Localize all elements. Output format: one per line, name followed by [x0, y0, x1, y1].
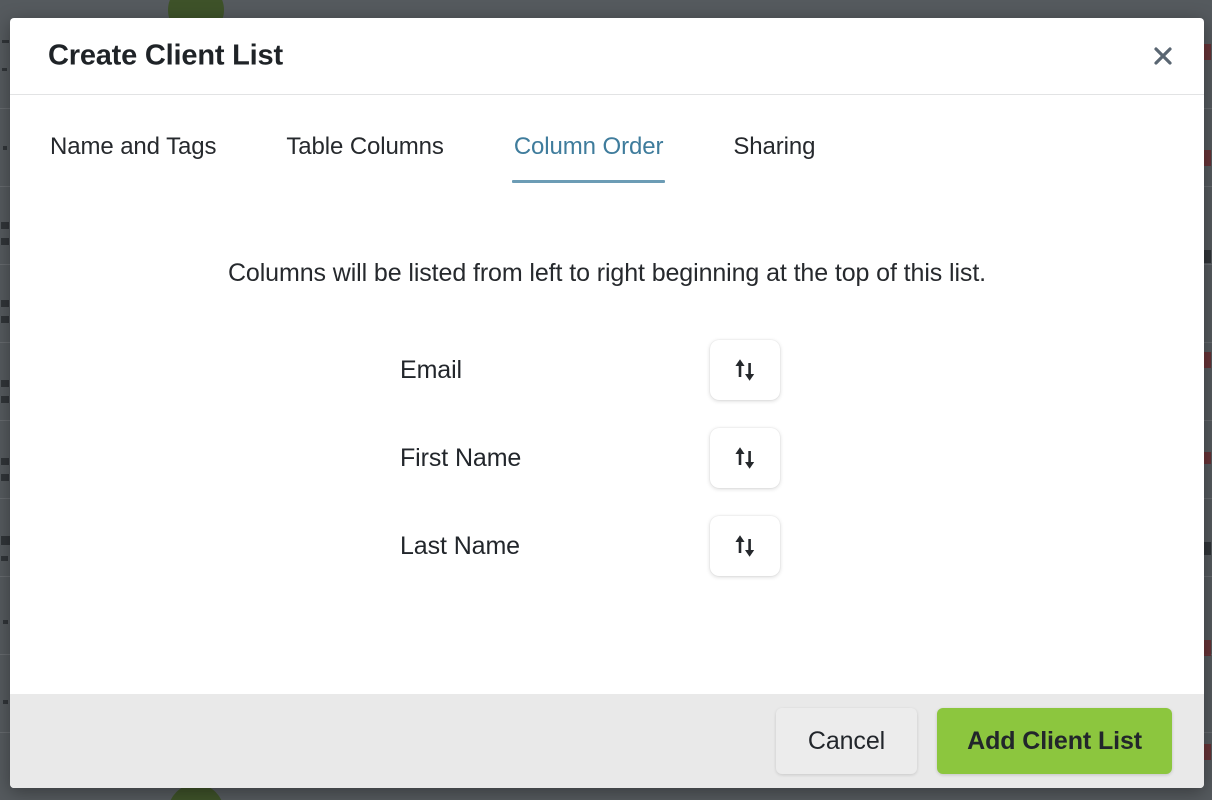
column-label-email: Email	[400, 355, 463, 384]
background-glyph	[2, 68, 7, 71]
column-order-description: Columns will be listed from left to righ…	[227, 259, 987, 287]
background-glyph	[3, 620, 8, 624]
background-glyph	[2, 40, 9, 43]
column-label-last-name: Last Name	[400, 531, 520, 560]
list-item: Email	[10, 326, 1204, 414]
background-glyph	[1, 300, 9, 307]
column-label-first-name: First Name	[400, 443, 522, 472]
background-glyph	[1203, 352, 1211, 368]
list-item: First Name	[10, 414, 1204, 502]
screen: Create Client List Name and Tags Table C…	[0, 0, 1212, 800]
close-x-icon	[1151, 44, 1175, 68]
background-glyph	[1203, 44, 1211, 60]
dialog-footer: Cancel Add Client List	[10, 694, 1204, 788]
background-glyph	[1, 458, 9, 465]
close-button[interactable]	[1146, 39, 1180, 73]
dialog-body: Columns will be listed from left to righ…	[10, 183, 1204, 694]
list-item: Last Name	[10, 502, 1204, 590]
page-title: Create Client List	[48, 39, 283, 72]
background-glyph	[3, 146, 7, 150]
reorder-handle-email[interactable]	[710, 340, 780, 400]
background-glyph	[1, 238, 9, 245]
tab-sharing[interactable]: Sharing	[733, 133, 815, 183]
create-client-list-dialog: Create Client List Name and Tags Table C…	[10, 18, 1204, 788]
add-client-list-button[interactable]: Add Client List	[937, 708, 1172, 774]
background-glyph	[1, 396, 9, 403]
background-glyph	[1, 556, 8, 561]
sort-up-down-icon	[730, 531, 760, 561]
dialog-header: Create Client List	[10, 18, 1204, 95]
dialog-tabs: Name and Tags Table Columns Column Order…	[10, 95, 1204, 183]
background-glyph	[3, 700, 8, 704]
tab-name-and-tags[interactable]: Name and Tags	[50, 133, 216, 183]
sort-up-down-icon	[730, 443, 760, 473]
background-glyph	[1, 380, 9, 387]
background-glyph	[1, 474, 9, 481]
column-order-list: Email First Name Last Name	[10, 326, 1204, 590]
cancel-button[interactable]: Cancel	[775, 708, 918, 774]
tab-table-columns[interactable]: Table Columns	[286, 133, 444, 183]
reorder-handle-last-name[interactable]	[710, 516, 780, 576]
sort-up-down-icon	[730, 355, 760, 385]
background-glyph	[1203, 150, 1211, 166]
tab-column-order[interactable]: Column Order	[511, 133, 665, 183]
background-glyph	[1, 316, 9, 323]
background-glyph	[1, 222, 9, 229]
reorder-handle-first-name[interactable]	[710, 428, 780, 488]
background-glyph	[1, 536, 10, 545]
